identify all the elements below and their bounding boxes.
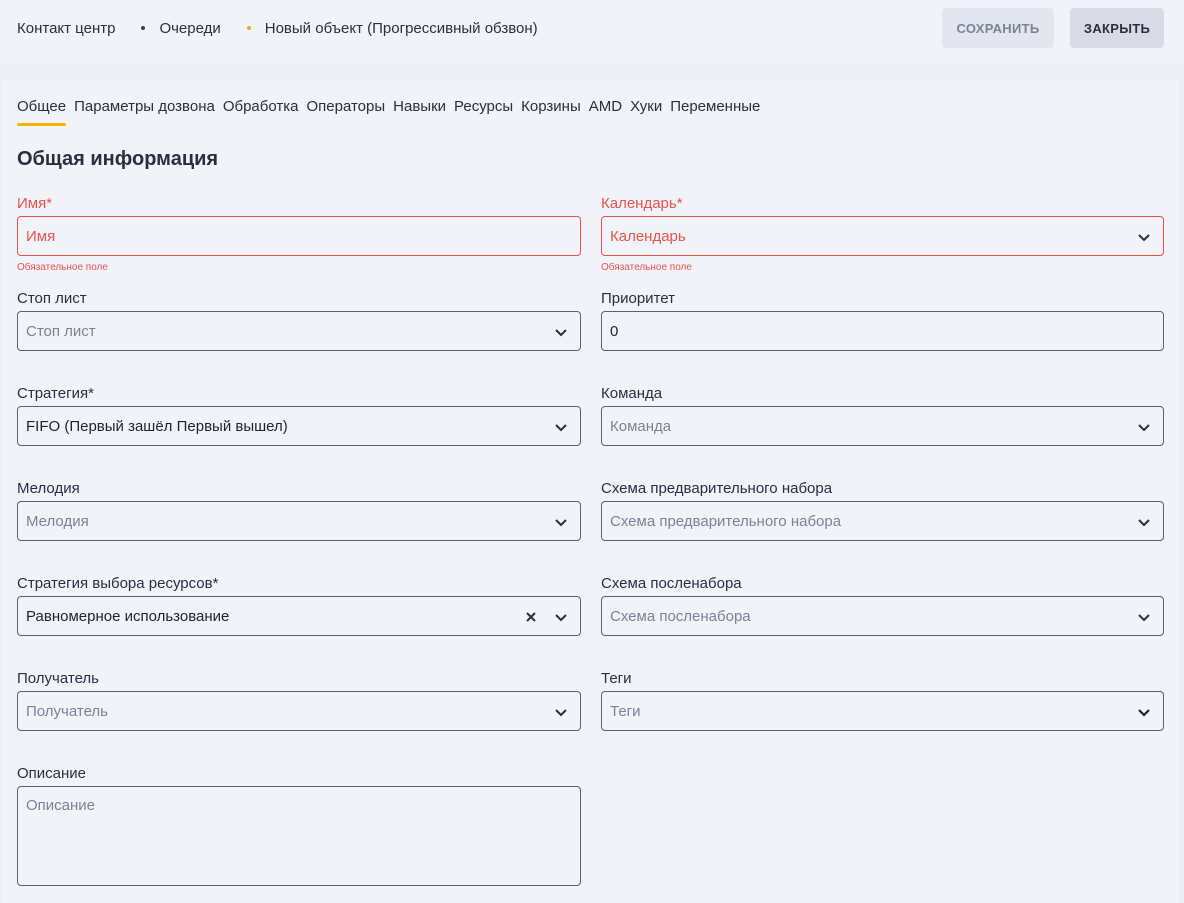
resource-strategy-select[interactable]: Равномерное использование: [17, 596, 581, 636]
tab-processing[interactable]: Обработка: [223, 98, 299, 128]
strategy-value: FIFO (Первый зашёл Первый вышел): [26, 417, 288, 435]
description-textarea[interactable]: Описание: [17, 786, 581, 886]
chevron-down-icon: [1138, 614, 1150, 622]
tab-resources[interactable]: Ресурсы: [454, 98, 513, 128]
calendar-required-hint: Обязательное поле: [601, 262, 692, 273]
melody-label: Мелодия: [17, 480, 80, 497]
calendar-select[interactable]: Календарь: [601, 216, 1164, 256]
priority-value: 0: [610, 322, 619, 340]
team-placeholder: Команда: [610, 417, 672, 435]
breadcrumb-separator: [141, 26, 146, 30]
breadcrumb-contact-center[interactable]: Контакт центр: [17, 20, 115, 37]
postdial-select[interactable]: Схема посленабора: [601, 596, 1164, 636]
section-title: Общая информация: [17, 148, 219, 170]
predial-label: Схема предварительного набора: [601, 480, 833, 497]
tab-operators[interactable]: Операторы: [306, 98, 385, 128]
recipient-label: Получатель: [17, 670, 99, 687]
name-placeholder: Имя: [26, 227, 56, 245]
calendar-label: Календарь*: [601, 195, 683, 212]
tab-general[interactable]: Общее: [17, 98, 67, 128]
strategy-select[interactable]: FIFO (Первый зашёл Первый вышел): [17, 406, 581, 446]
chevron-down-icon: [555, 709, 567, 717]
melody-select[interactable]: Мелодия: [17, 501, 581, 541]
resource-strategy-value: Равномерное использование: [26, 607, 230, 625]
save-button[interactable]: СОХРАНИТЬ: [942, 8, 1054, 48]
breadcrumb: Контакт центр Очереди Новый объект (Прог…: [17, 0, 538, 56]
chevron-down-icon: [555, 519, 567, 527]
chevron-down-icon: [1138, 519, 1150, 527]
clear-icon[interactable]: [524, 610, 538, 624]
priority-input[interactable]: 0: [601, 311, 1164, 351]
chevron-down-icon: [1138, 709, 1150, 717]
name-required-hint: Обязательное поле: [17, 262, 108, 273]
stoplist-placeholder: Стоп лист: [26, 322, 96, 340]
stoplist-label: Стоп лист: [17, 290, 87, 307]
tab-hooks[interactable]: Хуки: [630, 98, 662, 128]
chevron-down-icon: [555, 329, 567, 337]
predial-select[interactable]: Схема предварительного набора: [601, 501, 1164, 541]
tags-placeholder: Теги: [610, 702, 641, 720]
name-label: Имя*: [17, 195, 53, 212]
tab-baskets[interactable]: Корзины: [521, 98, 581, 128]
strategy-label: Стратегия*: [17, 385, 94, 402]
tab-amd[interactable]: AMD: [589, 98, 622, 128]
postdial-placeholder: Схема посленабора: [610, 607, 751, 625]
postdial-label: Схема посленабора: [601, 575, 742, 592]
calendar-placeholder: Календарь: [610, 227, 686, 245]
breadcrumb-separator-active: [246, 26, 251, 30]
chevron-down-icon: [555, 424, 567, 432]
priority-label: Приоритет: [601, 290, 675, 307]
tags-select[interactable]: Теги: [601, 691, 1164, 731]
melody-placeholder: Мелодия: [26, 512, 89, 530]
stoplist-select[interactable]: Стоп лист: [17, 311, 581, 351]
description-placeholder: Описание: [26, 797, 96, 814]
close-button[interactable]: ЗАКРЫТЬ: [1070, 8, 1164, 48]
breadcrumb-current: Новый объект (Прогрессивный обзвон): [264, 19, 538, 37]
recipient-select[interactable]: Получатель: [17, 691, 581, 731]
main-panel: [2, 80, 1179, 903]
predial-placeholder: Схема предварительного набора: [610, 512, 842, 530]
tab-skills[interactable]: Навыки: [393, 98, 446, 128]
tab-bar: Общее Параметры дозвона Обработка Операт…: [17, 98, 768, 128]
chevron-down-icon: [555, 614, 567, 622]
chevron-down-icon: [1138, 234, 1150, 242]
tags-label: Теги: [601, 670, 632, 687]
team-label: Команда: [601, 385, 663, 402]
recipient-placeholder: Получатель: [26, 702, 108, 720]
chevron-down-icon: [1138, 424, 1150, 432]
name-input[interactable]: Имя: [17, 216, 581, 256]
breadcrumb-queues[interactable]: Очереди: [159, 20, 220, 37]
team-select[interactable]: Команда: [601, 406, 1164, 446]
tab-variables[interactable]: Переменные: [670, 98, 760, 128]
description-label: Описание: [17, 765, 87, 782]
tab-dial-params[interactable]: Параметры дозвона: [74, 98, 215, 128]
resource-strategy-label: Стратегия выбора ресурсов*: [17, 575, 219, 592]
